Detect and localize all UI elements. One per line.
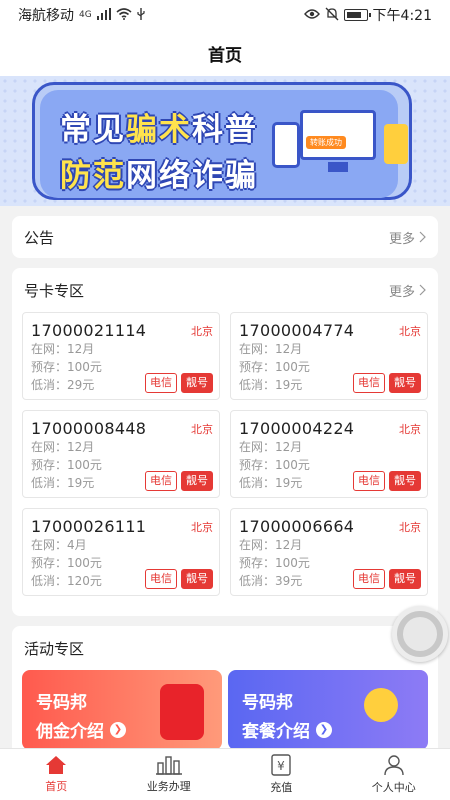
svg-text:¥: ¥ xyxy=(277,759,285,773)
carrier-tag: 电信 xyxy=(145,471,177,491)
online-duration: 在网：12月 xyxy=(31,342,95,356)
city-label: 北京 xyxy=(191,521,213,534)
carrier-label: 海航移动 xyxy=(18,8,74,24)
phone-number: 17000026111 xyxy=(31,517,147,536)
pretty-number-tag: 靓号 xyxy=(389,569,421,589)
phone-illustration xyxy=(272,122,300,168)
online-duration: 在网：12月 xyxy=(239,440,303,454)
commission-intro-banner[interactable]: 号码邦 佣金介绍 ❯ xyxy=(22,670,222,750)
status-bar: 海航移动 4G 下午4:21 xyxy=(0,0,450,30)
pretty-number-tag: 靓号 xyxy=(389,373,421,393)
yuan-coin-icon xyxy=(364,688,398,722)
arrow-right-icon: ❯ xyxy=(316,721,332,738)
number-card[interactable]: 17000006664 北京 在网：12月 预存：100元 低消：39元 电信靓… xyxy=(230,508,428,596)
coin-illustration xyxy=(384,124,408,164)
carrier-tag: 电信 xyxy=(145,373,177,393)
phone-number: 17000004774 xyxy=(239,321,355,340)
bottom-tab-bar: 首页 业务办理 ¥ 充值 个人中心 xyxy=(0,748,450,800)
battery-icon xyxy=(343,9,371,21)
bell-muted-icon xyxy=(325,7,339,24)
phone-number: 17000021114 xyxy=(31,321,147,340)
pretty-number-tag: 靓号 xyxy=(181,471,213,491)
arrow-right-icon: ❯ xyxy=(110,721,126,738)
notice-card[interactable]: 公告 更多 xyxy=(12,216,438,258)
number-zone-card: 号卡专区 更多 17000021114 北京 在网：12月 预存：100元 低消… xyxy=(12,268,438,616)
chevron-right-icon xyxy=(419,284,426,296)
phone-number: 17000008448 xyxy=(31,419,147,438)
carrier-tag: 电信 xyxy=(353,569,385,589)
eye-icon xyxy=(303,8,320,23)
number-grid: 17000021114 北京 在网：12月 预存：100元 低消：29元 电信靓… xyxy=(22,312,428,596)
floating-assist-button[interactable] xyxy=(392,606,448,662)
transfer-badge: 转账成功 xyxy=(306,136,346,149)
pretty-number-tag: 靓号 xyxy=(389,471,421,491)
carrier-tag: 电信 xyxy=(353,471,385,491)
number-card[interactable]: 17000004224 北京 在网：12月 预存：100元 低消：19元 电信靓… xyxy=(230,410,428,498)
home-icon xyxy=(46,756,67,774)
carrier-tag: 电信 xyxy=(353,373,385,393)
city-label: 北京 xyxy=(191,423,213,436)
monitor-illustration xyxy=(300,110,376,160)
number-card[interactable]: 17000004774 北京 在网：12月 预存：100元 低消：19元 电信靓… xyxy=(230,312,428,400)
page-title: 首页 xyxy=(208,45,242,66)
banner-headline-1: 常见骗术科普 xyxy=(60,112,258,148)
banner-headline-2: 防范网络诈骗 xyxy=(60,158,258,194)
city-label: 北京 xyxy=(399,325,421,338)
online-duration: 在网：12月 xyxy=(239,342,303,356)
chevron-right-icon xyxy=(419,231,426,243)
tab-business[interactable]: 业务办理 xyxy=(113,749,226,800)
city-label: 北京 xyxy=(399,521,421,534)
number-zone-more-link[interactable]: 更多 xyxy=(389,281,426,300)
city-label: 北京 xyxy=(399,423,421,436)
clock-label: 下午4:21 xyxy=(372,8,432,24)
red-envelope-icon xyxy=(160,684,204,740)
online-duration: 在网：12月 xyxy=(239,538,303,552)
online-duration: 在网：12月 xyxy=(31,440,95,454)
notice-title: 公告 xyxy=(24,228,55,247)
number-card[interactable]: 17000026111 北京 在网：4月 预存：100元 低消：120元 电信靓… xyxy=(22,508,220,596)
activity-zone-card: 活动专区 号码邦 佣金介绍 ❯ 号码邦 套餐介绍 ❯ xyxy=(12,626,438,756)
notice-more-link[interactable]: 更多 xyxy=(389,228,426,247)
nav-bar: 首页 xyxy=(0,30,450,76)
online-duration: 在网：4月 xyxy=(31,538,87,552)
yuan-icon: ¥ xyxy=(271,754,291,776)
activity-zone-title: 活动专区 xyxy=(24,639,85,658)
signal-icon xyxy=(96,7,111,23)
phone-number: 17000004224 xyxy=(239,419,355,438)
pretty-number-tag: 靓号 xyxy=(181,569,213,589)
tab-home[interactable]: 首页 xyxy=(0,749,113,800)
phone-number: 17000006664 xyxy=(239,517,355,536)
user-icon xyxy=(384,755,404,776)
network-type-label: 4G xyxy=(79,10,92,20)
number-card[interactable]: 17000021114 北京 在网：12月 预存：100元 低消：29元 电信靓… xyxy=(22,312,220,400)
tab-recharge[interactable]: ¥ 充值 xyxy=(225,749,338,800)
promo-banner[interactable]: 常见骗术科普 防范网络诈骗 转账成功 xyxy=(0,76,450,206)
carrier-tag: 电信 xyxy=(145,569,177,589)
city-label: 北京 xyxy=(191,325,213,338)
wifi-icon xyxy=(116,7,132,23)
chart-bars-icon xyxy=(155,756,182,775)
number-zone-title: 号卡专区 xyxy=(24,281,85,300)
usb-icon xyxy=(137,7,145,23)
pretty-number-tag: 靓号 xyxy=(181,373,213,393)
number-card[interactable]: 17000008448 北京 在网：12月 预存：100元 低消：19元 电信靓… xyxy=(22,410,220,498)
tab-profile[interactable]: 个人中心 xyxy=(338,749,450,800)
package-intro-banner[interactable]: 号码邦 套餐介绍 ❯ xyxy=(228,670,428,750)
